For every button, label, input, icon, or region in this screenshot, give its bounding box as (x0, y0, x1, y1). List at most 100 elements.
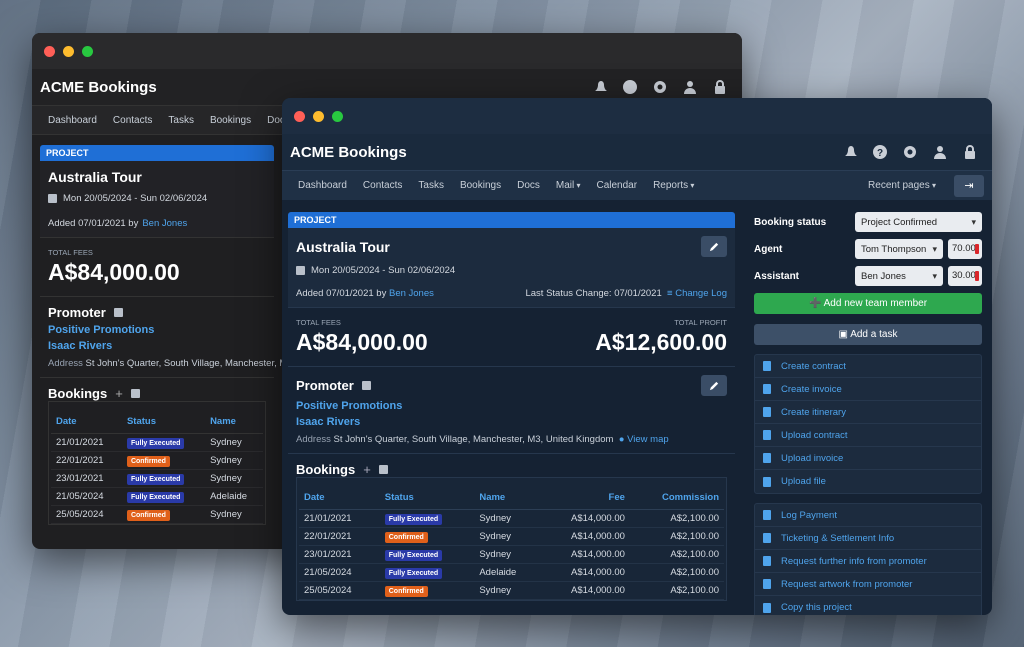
nav-bookings[interactable]: Bookings (452, 180, 509, 191)
table-row[interactable]: 22/01/2021 Confirmed Sydney A$14,000.00 A$2,… (299, 527, 724, 546)
nav-contacts[interactable]: Contacts (105, 115, 160, 126)
table-view-icon[interactable] (130, 389, 140, 398)
table-row[interactable]: 25/05/2024 Confirmed Sydney (51, 505, 263, 524)
col-date[interactable]: Date (299, 486, 380, 510)
ticketing-settlement-action[interactable]: Ticketing & Settlement Info (755, 527, 981, 550)
col-date[interactable]: Date (51, 410, 122, 434)
added-by-link[interactable]: Ben Jones (142, 218, 187, 229)
change-log-link[interactable]: ≡ Change Log (667, 288, 727, 299)
table-view-icon[interactable] (378, 465, 388, 474)
booking-name-link[interactable]: Sydney (205, 469, 263, 488)
add-team-member-button[interactable]: ➕ Add new team member (754, 293, 982, 314)
create-itinerary-action[interactable]: Create itinerary (755, 401, 981, 424)
promoter-company-link[interactable]: Positive Promotions (296, 400, 727, 412)
edit-promoter-button[interactable] (701, 375, 727, 396)
added-text: Added 07/01/2021 by (296, 288, 387, 299)
minimize-window-button[interactable] (63, 45, 74, 57)
agent-percentage-input[interactable]: 70.00 (948, 239, 982, 259)
nav-dashboard[interactable]: Dashboard (290, 180, 355, 191)
gear-icon[interactable] (652, 79, 668, 95)
col-fee[interactable]: Fee (540, 486, 630, 510)
table-row[interactable]: 21/05/2024 Fully Executed Adelaide A$14,000… (299, 563, 724, 582)
nav-tasks[interactable]: Tasks (410, 180, 452, 191)
project-header: PROJECT (40, 145, 274, 161)
table-row[interactable]: 21/05/2024 Fully Executed Adelaide (51, 487, 263, 506)
nav-bookings[interactable]: Bookings (202, 115, 259, 126)
add-task-button[interactable]: ▣ Add a task (754, 324, 982, 345)
request-artwork-action[interactable]: Request artwork from promoter (755, 573, 981, 596)
exit-icon[interactable]: ⇥ (954, 174, 984, 197)
upload-invoice-action[interactable]: Upload invoice (755, 447, 981, 470)
booking-name-link[interactable]: Sydney (474, 527, 541, 546)
nav-mail[interactable]: Mail (548, 180, 589, 191)
maximize-window-button[interactable] (82, 45, 93, 57)
maximize-window-button[interactable] (332, 110, 343, 122)
promoter-contact-link[interactable]: Isaac Rivers (48, 340, 266, 352)
table-row[interactable]: 23/01/2021 Fully Executed Sydney (51, 469, 263, 488)
assistant-percentage-input[interactable]: 30.00 (948, 266, 982, 286)
log-payment-action[interactable]: Log Payment (755, 504, 981, 527)
recent-pages-dropdown[interactable]: Recent pages (860, 180, 944, 191)
booking-name-link[interactable]: Adelaide (474, 563, 541, 582)
added-by-link[interactable]: Ben Jones (389, 288, 434, 299)
create-invoice-action[interactable]: Create invoice (755, 378, 981, 401)
edit-project-button[interactable] (701, 236, 727, 257)
upload-file-action[interactable]: Upload file (755, 470, 981, 493)
user-icon[interactable] (682, 79, 698, 95)
nav-contacts[interactable]: Contacts (355, 180, 410, 191)
table-row[interactable]: 21/01/2021 Fully Executed Sydney A$14,000.0… (299, 509, 724, 528)
table-row[interactable]: 21/01/2021 Fully Executed Sydney (51, 433, 263, 452)
gear-icon[interactable] (902, 144, 918, 160)
action-label: Request artwork from promoter (781, 578, 913, 590)
promoter-contact-link[interactable]: Isaac Rivers (296, 416, 727, 428)
nav-tasks[interactable]: Tasks (160, 115, 202, 126)
nav-calendar[interactable]: Calendar (588, 180, 645, 191)
close-window-button[interactable] (44, 45, 55, 57)
help-icon[interactable] (622, 79, 638, 95)
table-row[interactable]: 22/01/2021 Confirmed Sydney (51, 451, 263, 470)
assistant-select[interactable]: Ben Jones (855, 266, 943, 286)
table-row[interactable]: 23/01/2021 Fully Executed Sydney A$14,000.0… (299, 545, 724, 564)
create-contract-action[interactable]: Create contract (755, 355, 981, 378)
booking-name-link[interactable]: Sydney (474, 509, 541, 528)
table-row[interactable]: 25/05/2024 Confirmed Sydney A$14,000.00 A$2,… (299, 581, 724, 600)
booking-name-link[interactable]: Sydney (205, 451, 263, 470)
total-profit-value: A$12,600.00 (595, 329, 727, 355)
booking-name-link[interactable]: Sydney (474, 581, 541, 600)
upload-contract-action[interactable]: Upload contract (755, 424, 981, 447)
lock-icon[interactable] (712, 79, 728, 95)
user-icon[interactable] (932, 144, 948, 160)
notifications-icon[interactable] (842, 144, 858, 160)
request-info-action[interactable]: Request further info from promoter (755, 550, 981, 573)
add-booking-icon[interactable]: + (115, 386, 123, 401)
nav-docs[interactable]: Docs (509, 180, 548, 191)
notifications-icon[interactable] (592, 79, 608, 95)
ticket-icon (763, 533, 771, 543)
col-status[interactable]: Status (379, 486, 475, 510)
booking-name-link[interactable]: Sydney (205, 505, 263, 524)
view-map-link[interactable]: ● View map (619, 434, 669, 445)
col-status[interactable]: Status (121, 410, 206, 434)
promoter-doc-icon[interactable] (361, 381, 371, 390)
close-window-button[interactable] (294, 110, 305, 122)
col-name[interactable]: Name (205, 410, 263, 434)
minimize-window-button[interactable] (313, 110, 324, 122)
promoter-company-link[interactable]: Positive Promotions (48, 324, 266, 336)
help-icon[interactable]: ? (872, 144, 888, 160)
col-name[interactable]: Name (474, 486, 541, 510)
col-commission[interactable]: Commission (629, 486, 724, 510)
booking-name-link[interactable]: Adelaide (205, 487, 263, 506)
add-booking-icon[interactable]: + (363, 462, 371, 477)
status-badge: Fully Executed (384, 514, 443, 525)
cell-fee: A$14,000.00 (540, 527, 630, 546)
agent-select[interactable]: Tom Thompson (855, 239, 943, 259)
copy-project-action[interactable]: Copy this project (755, 596, 981, 615)
booking-status-select[interactable]: Project Confirmed (855, 212, 982, 232)
nav-reports[interactable]: Reports (645, 180, 702, 191)
booking-name-link[interactable]: Sydney (474, 545, 541, 564)
nav-dashboard[interactable]: Dashboard (40, 115, 105, 126)
promoter-doc-icon[interactable] (113, 308, 123, 317)
status-badge: Fully Executed (126, 474, 185, 485)
booking-name-link[interactable]: Sydney (205, 433, 263, 452)
lock-icon[interactable] (962, 144, 978, 160)
